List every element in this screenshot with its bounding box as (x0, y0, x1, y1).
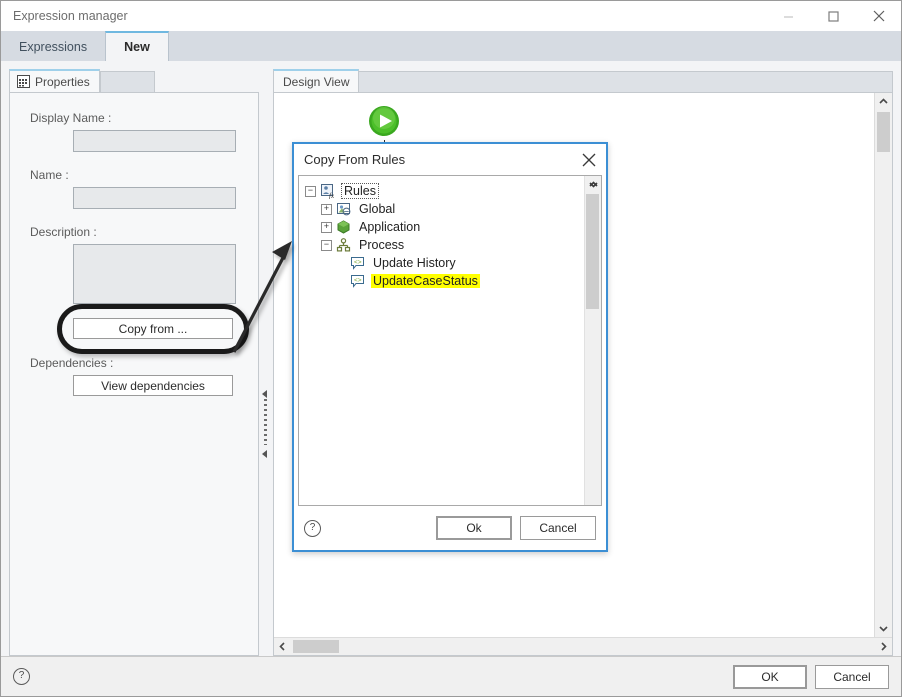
page-title: Expression manager (13, 9, 128, 23)
expander-plus-icon[interactable]: + (321, 221, 332, 233)
scroll-up-chevron-up-icon[interactable] (875, 93, 892, 110)
maximize-icon[interactable] (811, 1, 856, 31)
tree-item-updatecasestatus-label: UpdateCaseStatus (371, 274, 480, 288)
splitter-grip[interactable] (264, 399, 267, 445)
name-input[interactable] (73, 187, 236, 209)
green-play-start-icon[interactable] (365, 102, 403, 140)
expander-minus-icon[interactable]: − (321, 239, 332, 251)
rules-tree[interactable]: − fx Rules + Global + Application − Proc… (299, 176, 584, 505)
tree-item-process-label: Process (359, 238, 405, 252)
design-vertical-scrollbar[interactable] (874, 93, 892, 637)
properties-pane: Properties Display Name : Name : Descrip… (9, 69, 259, 656)
design-vscroll-thumb[interactable] (877, 112, 890, 152)
tree-item-application[interactable]: + Application (305, 218, 584, 236)
properties-form: Display Name : Name : Description : Copy… (9, 92, 259, 656)
tab-properties-label: Properties (35, 74, 90, 89)
dependencies-label: Dependencies : (30, 356, 114, 370)
tree-item-updatecasestatus[interactable]: <> UpdateCaseStatus (305, 272, 584, 290)
global-image-icon (336, 202, 352, 217)
splitter-collapse-up-icon[interactable] (262, 390, 267, 398)
close-icon[interactable] (856, 1, 901, 31)
description-input[interactable] (73, 244, 236, 304)
dialog-buttons: Ok Cancel (436, 516, 596, 540)
splitter-collapse-down-icon[interactable] (262, 450, 267, 458)
tree-item-process[interactable]: − Process (305, 236, 584, 254)
ok-button[interactable]: OK (733, 664, 807, 689)
display-name-input[interactable] (73, 130, 236, 152)
design-view-tabrow-filler (359, 71, 893, 92)
window-footer: ? OK Cancel (1, 656, 901, 696)
dialog-help-circle-icon[interactable]: ? (304, 519, 321, 537)
tree-item-rules-label: Rules (341, 183, 379, 199)
svg-text:<>: <> (354, 277, 362, 284)
dialog-tree-container: − fx Rules + Global + Application − Proc… (298, 175, 602, 506)
scroll-left-chevron-left-icon[interactable] (274, 638, 291, 655)
design-view-tabrow: Design View (273, 69, 893, 92)
display-name-label: Display Name : (30, 111, 112, 125)
dialog-footer: ? Ok Cancel (294, 506, 606, 550)
rule-bubble-icon: <> (350, 256, 366, 271)
tree-item-application-label: Application (359, 220, 421, 234)
title-bar: Expression manager (1, 1, 901, 31)
design-horizontal-scrollbar[interactable] (274, 637, 892, 655)
tab-expressions-label: Expressions (19, 39, 88, 54)
tab-expressions[interactable]: Expressions (1, 32, 106, 61)
rules-fx-icon: fx (320, 183, 336, 200)
scroll-right-chevron-right-icon[interactable] (875, 638, 892, 655)
svg-text:<>: <> (354, 259, 362, 266)
tree-item-update-history[interactable]: <> Update History (305, 254, 584, 272)
pane-splitter[interactable] (259, 69, 273, 656)
minimize-icon[interactable] (766, 1, 811, 31)
window-controls (766, 1, 901, 31)
description-label: Description : (30, 225, 97, 239)
tree-item-update-history-label: Update History (373, 256, 456, 270)
copy-from-area: Copy from ... (30, 304, 249, 354)
properties-grid-icon (17, 75, 30, 88)
tab-new-label: New (124, 40, 150, 54)
dialog-title-bar: Copy From Rules (294, 144, 606, 175)
name-label: Name : (30, 168, 69, 182)
dialog-cancel-button[interactable]: Cancel (520, 516, 596, 540)
main-tabstrip: Expressions New (1, 31, 901, 61)
copy-from-button[interactable]: Copy from ... (73, 318, 233, 339)
rule-bubble-icon: <> (350, 274, 366, 289)
tab-new[interactable]: New (105, 31, 169, 61)
tab-properties[interactable]: Properties (9, 69, 100, 92)
footer-buttons: OK Cancel (733, 664, 889, 689)
tab-design-view-label: Design View (283, 74, 350, 89)
scroll-down-chevron-down-icon[interactable] (875, 620, 892, 637)
process-hierarchy-icon (336, 237, 352, 253)
properties-tabrow: Properties (9, 69, 259, 92)
tree-item-global-label: Global (359, 202, 396, 216)
expander-minus-icon[interactable]: − (305, 185, 316, 197)
cancel-button[interactable]: Cancel (815, 664, 889, 689)
application-hexagon-icon (336, 219, 352, 235)
view-dependencies-button[interactable]: View dependencies (73, 375, 233, 396)
dialog-tree-scrollbar[interactable] (584, 176, 601, 505)
copy-from-rules-dialog: Copy From Rules − fx Rules + Global + Ap… (292, 142, 608, 552)
dialog-close-icon[interactable] (572, 145, 606, 175)
tree-item-global[interactable]: + Global (305, 200, 584, 218)
svg-text:fx: fx (329, 192, 335, 199)
dialog-ok-button[interactable]: Ok (436, 516, 512, 540)
dialog-title: Copy From Rules (304, 152, 406, 167)
expander-plus-icon[interactable]: + (321, 203, 332, 215)
design-hscroll-thumb[interactable] (293, 640, 339, 653)
tree-item-rules[interactable]: − fx Rules (305, 182, 584, 200)
help-circle-icon[interactable]: ? (13, 668, 30, 685)
dialog-scroll-down-chevron-down-icon[interactable] (585, 176, 601, 193)
properties-tabrow-filler (99, 71, 155, 92)
dialog-scroll-thumb[interactable] (586, 194, 599, 309)
tab-design-view[interactable]: Design View (273, 69, 360, 92)
